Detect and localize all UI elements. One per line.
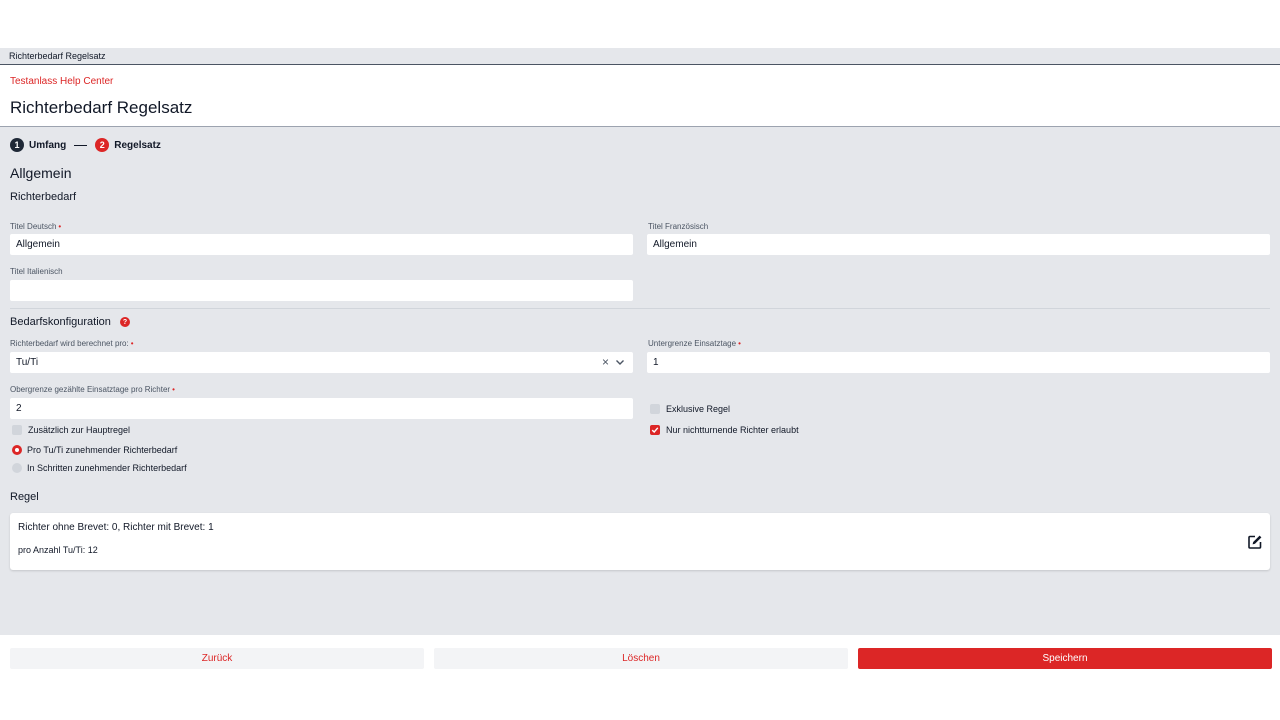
step-separator — [74, 144, 88, 146]
additional-rule-label: Zusätzlich zur Hauptregel — [28, 425, 131, 435]
rule-summary: Richter ohne Brevet: 0, Richter mit Brev… — [18, 522, 214, 533]
upper-limit-input[interactable]: 2 — [10, 398, 633, 419]
additional-rule-checkbox[interactable]: Zusätzlich zur Hauptregel — [12, 425, 130, 435]
main-content: 1 Umfang 2 Regelsatz Allgemein Richterbe… — [0, 127, 1280, 635]
non-gymnast-label: Nur nichtturnende Richter erlaubt — [666, 425, 799, 435]
footer-actions: Zurück Löschen Speichern — [0, 635, 1280, 720]
window-tab-label: Richterbedarf Regelsatz — [9, 51, 106, 61]
edit-icon[interactable] — [1247, 534, 1263, 550]
save-button[interactable]: Speichern — [858, 648, 1272, 669]
section-subtitle: Richterbedarf — [10, 191, 77, 203]
title-fr-label: Titel Französisch — [648, 222, 709, 231]
chevron-down-icon[interactable] — [615, 357, 625, 367]
checkmark-icon — [651, 427, 659, 434]
radio-in-steps[interactable]: In Schritten zunehmender Richterbedarf — [12, 463, 187, 473]
config-title: Bedarfskonfiguration — [10, 316, 111, 328]
calc-per-select[interactable]: Tu/Ti × — [10, 352, 633, 373]
radio-per-tuti[interactable]: Pro Tu/Ti zunehmender Richterbedarf — [12, 445, 177, 455]
step-1-circle[interactable]: 1 — [10, 138, 24, 152]
title-de-input[interactable]: Allgemein — [10, 234, 633, 255]
step-1-label[interactable]: Umfang — [29, 140, 66, 151]
page-header: Testanlass Help Center Richterbedarf Reg… — [0, 65, 1280, 127]
rule-card: Richter ohne Brevet: 0, Richter mit Brev… — [10, 513, 1270, 570]
section-divider — [10, 308, 1270, 309]
stepper: 1 Umfang 2 Regelsatz — [10, 138, 161, 152]
non-gymnast-checkbox[interactable]: Nur nichtturnende Richter erlaubt — [650, 425, 799, 435]
radio-per-tuti-label: Pro Tu/Ti zunehmender Richterbedarf — [27, 445, 178, 455]
title-de-value: Allgemein — [16, 239, 60, 250]
lower-limit-value: 1 — [653, 357, 659, 368]
title-fr-value: Allgemein — [653, 239, 697, 250]
breadcrumb-link[interactable]: Testanlass Help Center — [10, 76, 113, 87]
exclusive-rule-label: Exklusive Regel — [666, 404, 731, 414]
help-icon[interactable]: ? — [120, 317, 130, 327]
rule-per-count: pro Anzahl Tu/Ti: 12 — [18, 545, 98, 555]
radio-in-steps-dot[interactable] — [12, 463, 22, 473]
radio-in-steps-label: In Schritten zunehmender Richterbedarf — [27, 463, 187, 473]
radio-per-tuti-dot[interactable] — [12, 445, 22, 455]
additional-rule-box[interactable] — [12, 425, 22, 435]
select-controls: × — [602, 356, 625, 368]
title-it-label: Titel Italienisch — [10, 267, 63, 276]
page-title: Richterbedarf Regelsatz — [10, 98, 193, 117]
exclusive-rule-box[interactable] — [650, 404, 660, 414]
step-2-circle[interactable]: 2 — [95, 138, 110, 152]
top-blank-area — [0, 0, 1280, 48]
upper-limit-label: Obergrenze gezählte Einsatztage pro Rich… — [10, 385, 175, 394]
title-de-label: Titel Deutsch • — [10, 222, 62, 231]
lower-limit-label: Untergrenze Einsatztage • — [648, 339, 741, 348]
rule-title: Regel — [10, 491, 39, 503]
back-button[interactable]: Zurück — [10, 648, 424, 669]
clear-icon[interactable]: × — [602, 356, 609, 368]
lower-limit-input[interactable]: 1 — [647, 352, 1270, 373]
window-tab-bar: Richterbedarf Regelsatz — [0, 48, 1280, 65]
non-gymnast-box[interactable] — [650, 425, 660, 435]
section-title: Allgemein — [10, 165, 72, 181]
upper-limit-value: 2 — [16, 403, 22, 414]
delete-button[interactable]: Löschen — [434, 648, 848, 669]
calc-per-label: Richterbedarf wird berechnet pro: • — [10, 339, 134, 348]
exclusive-rule-checkbox[interactable]: Exklusive Regel — [650, 404, 730, 414]
title-fr-input[interactable]: Allgemein — [647, 234, 1270, 255]
title-it-input[interactable] — [10, 280, 633, 301]
step-2-label[interactable]: Regelsatz — [114, 140, 161, 151]
calc-per-value: Tu/Ti — [16, 357, 39, 368]
